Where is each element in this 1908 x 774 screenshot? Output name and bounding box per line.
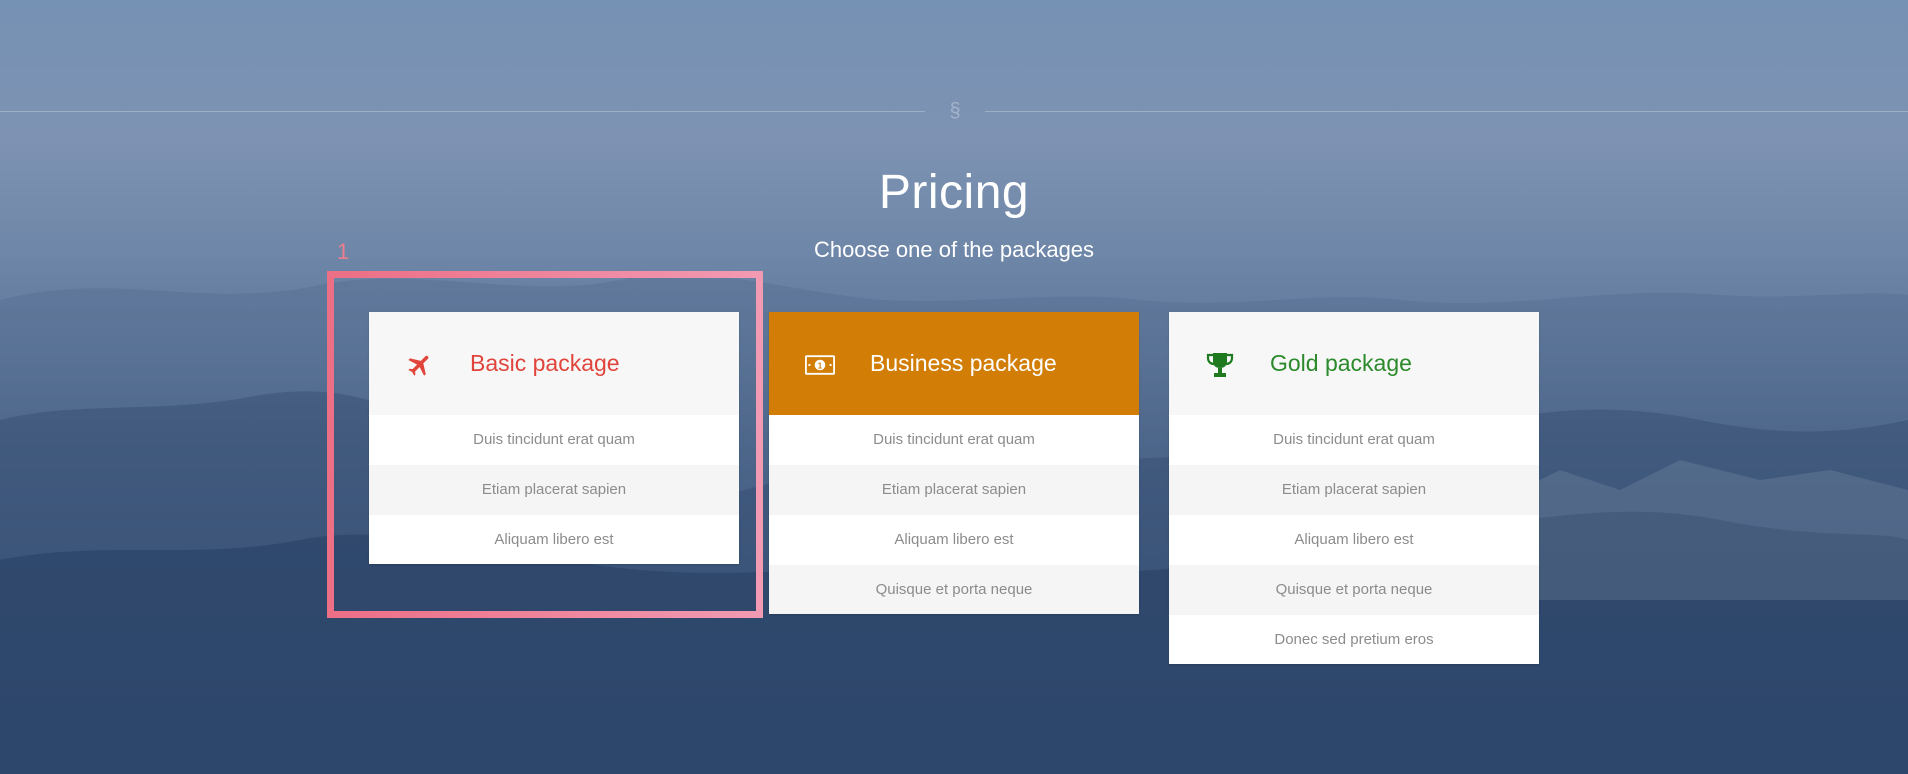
package-title: Gold package: [1270, 350, 1412, 376]
divider-line-right: [985, 111, 1908, 112]
divider-symbol: §: [949, 100, 961, 122]
feature-item: Duis tincidunt erat quam: [1273, 431, 1435, 448]
feature-item: Quisque et porta neque: [1169, 565, 1539, 615]
feature-item: Aliquam libero est: [1294, 531, 1414, 548]
page-subtitle: Choose one of the packages: [813, 237, 1095, 262]
trophy-icon: [1205, 350, 1235, 380]
package-title: Business package: [870, 350, 1057, 376]
feature-item: Etiam placerat sapien: [769, 465, 1139, 515]
feature-item: Duis tincidunt erat quam: [873, 431, 1035, 448]
pricing-card-business[interactable]: 1 Business package Duis tincidunt erat q…: [769, 312, 1139, 614]
divider-line-left: [0, 111, 925, 112]
highlight-label: 1: [337, 239, 350, 264]
feature-item: Donec sed pretium eros: [1274, 631, 1434, 648]
feature-item: Aliquam libero est: [894, 531, 1014, 548]
card-header: Gold package: [1169, 312, 1539, 415]
feature-item: Etiam placerat sapien: [1169, 465, 1539, 515]
svg-text:1: 1: [818, 362, 823, 371]
pricing-card-gold[interactable]: Gold package Duis tincidunt erat quam Et…: [1169, 312, 1539, 664]
page-title: Pricing: [878, 166, 1030, 219]
highlight-box: [327, 271, 763, 618]
feature-item: Quisque et porta neque: [769, 565, 1139, 614]
money-bill-icon: 1: [805, 350, 835, 380]
card-header: 1 Business package: [769, 312, 1139, 415]
